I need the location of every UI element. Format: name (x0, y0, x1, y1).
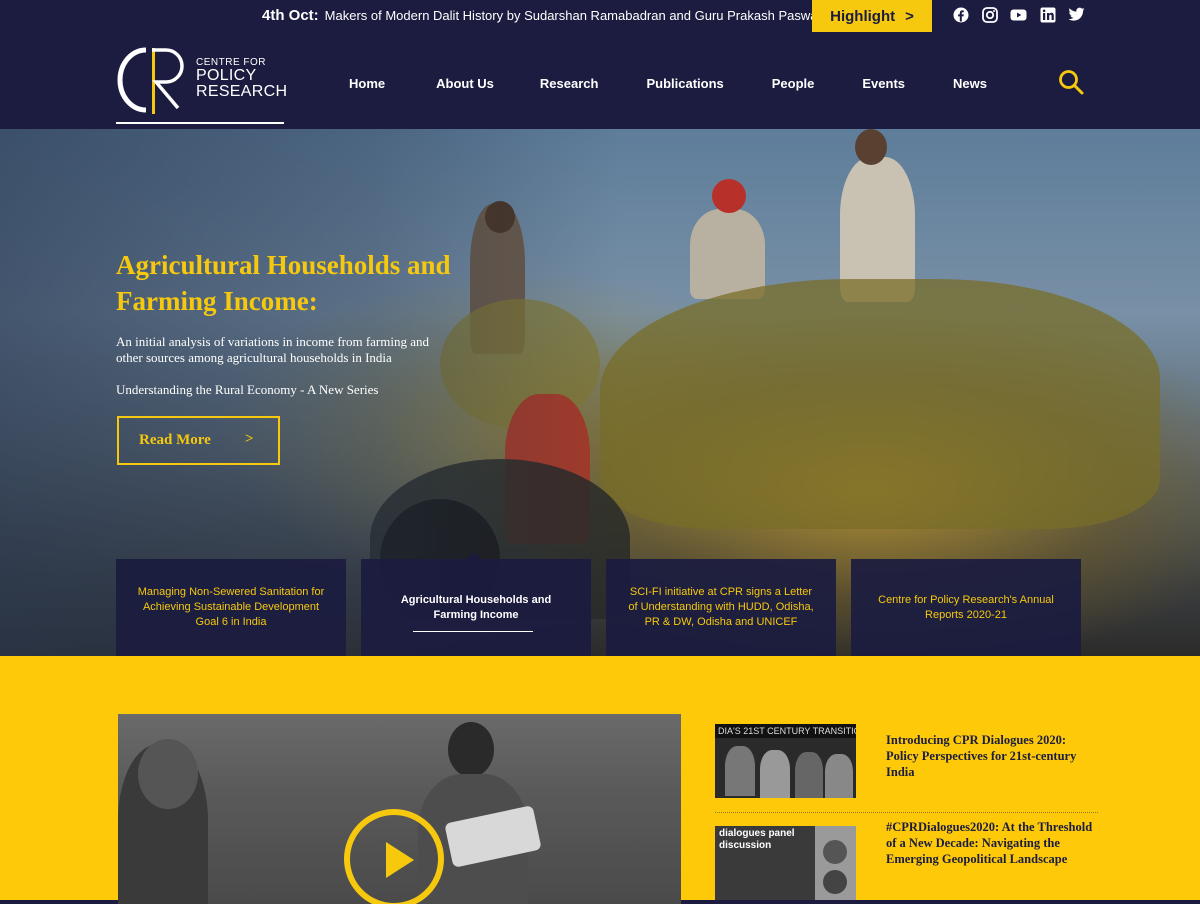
read-more-label: Read More (139, 432, 211, 448)
news-divider (715, 812, 1098, 813)
nav-events[interactable]: Events (862, 76, 905, 91)
video-person-left-head (138, 739, 198, 809)
card-text: SCI-FI initiative at CPR signs a Letter … (628, 586, 814, 628)
thumb-figure (823, 870, 847, 894)
read-more-arrow: > (245, 431, 254, 447)
search-icon[interactable] (1058, 69, 1084, 95)
logo-line-2: POLICY (196, 67, 257, 84)
play-icon (386, 842, 414, 878)
featured-card[interactable]: Managing Non-Sewered Sanitation for Achi… (116, 559, 346, 656)
nav-publications[interactable]: Publications (646, 76, 723, 91)
main-nav: Home About Us Research Publications Peop… (349, 76, 987, 91)
card-text: Managing Non-Sewered Sanitation for Achi… (137, 586, 325, 628)
main-navbar: CENTRE FOR POLICY RESEARCH Home About Us… (0, 32, 1200, 129)
cpr-logo-mark (117, 47, 184, 114)
news-title[interactable]: Introducing CPR Dialogues 2020: Policy P… (886, 732, 1096, 780)
nav-research[interactable]: Research (540, 76, 599, 91)
hero-description: An initial analysis of variations in inc… (116, 334, 430, 365)
ticker-text[interactable]: Makers of Modern Dalit History by Sudars… (325, 8, 836, 23)
featured-card[interactable]: SCI-FI initiative at CPR signs a Letter … (606, 559, 836, 656)
thumb-figure (823, 840, 847, 864)
top-bar: 4th Oct: Makers of Modern Dalit History b… (0, 0, 1200, 32)
facebook-icon[interactable] (952, 6, 969, 23)
featured-cards: Managing Non-Sewered Sanitation for Achi… (116, 552, 1081, 656)
highlight-arrow: > (905, 7, 914, 25)
thumb-figure (760, 750, 790, 798)
thumb-caption: dialogues panel discussion (715, 826, 815, 900)
ticker-date: 4th Oct: (262, 7, 319, 24)
featured-card[interactable]: Centre for Policy Research's Annual Repo… (851, 559, 1081, 656)
news-thumbnail: DIA'S 21ST CENTURY TRANSITIONS (715, 724, 856, 798)
hero-banner: Agricultural Households and Farming Inco… (0, 129, 1200, 656)
instagram-icon[interactable] (981, 6, 998, 23)
news-thumbnail: dialogues panel discussion (715, 826, 856, 900)
highlight-label: Highlight (830, 7, 896, 25)
nav-people[interactable]: People (772, 76, 815, 91)
logo-line-3: RESEARCH (196, 83, 288, 100)
thumb-caption: DIA'S 21ST CENTURY TRANSITIONS (715, 724, 856, 738)
youtube-icon[interactable] (1010, 6, 1027, 23)
video-person-center-head (448, 722, 494, 777)
social-links (952, 6, 1085, 23)
twitter-icon[interactable] (1068, 6, 1085, 23)
thumb-figure (795, 752, 823, 798)
highlight-button[interactable]: Highlight > (812, 0, 932, 32)
card-text: Centre for Policy Research's Annual Repo… (878, 593, 1054, 621)
nav-home[interactable]: Home (349, 76, 385, 91)
nav-news[interactable]: News (953, 76, 987, 91)
logo-underline (116, 122, 284, 124)
cpr-logo[interactable]: CENTRE FOR POLICY RESEARCH (116, 44, 287, 124)
thumb-figure (725, 746, 755, 796)
media-section: DIA'S 21ST CENTURY TRANSITIONS Introduci… (0, 656, 1200, 904)
hero-series: Understanding the Rural Economy - A New … (116, 382, 379, 397)
featured-card-active[interactable]: Agricultural Households and Farming Inco… (361, 552, 591, 656)
read-more-button[interactable]: Read More > (117, 416, 280, 465)
card-underline (413, 631, 533, 632)
nav-about-us[interactable]: About Us (436, 76, 494, 91)
linkedin-icon[interactable] (1039, 6, 1056, 23)
card-text: Agricultural Households and Farming Inco… (400, 593, 552, 621)
news-title[interactable]: #CPRDialogues2020: At the Threshold of a… (886, 819, 1096, 867)
active-indicator (467, 552, 481, 559)
video-player[interactable] (118, 714, 681, 904)
news-ticker[interactable]: 4th Oct: Makers of Modern Dalit History b… (262, 7, 836, 24)
logo-text: CENTRE FOR POLICY RESEARCH (196, 58, 287, 100)
thumb-figure (825, 754, 853, 798)
hero-title: Agricultural Households and Farming Inco… (116, 250, 451, 316)
